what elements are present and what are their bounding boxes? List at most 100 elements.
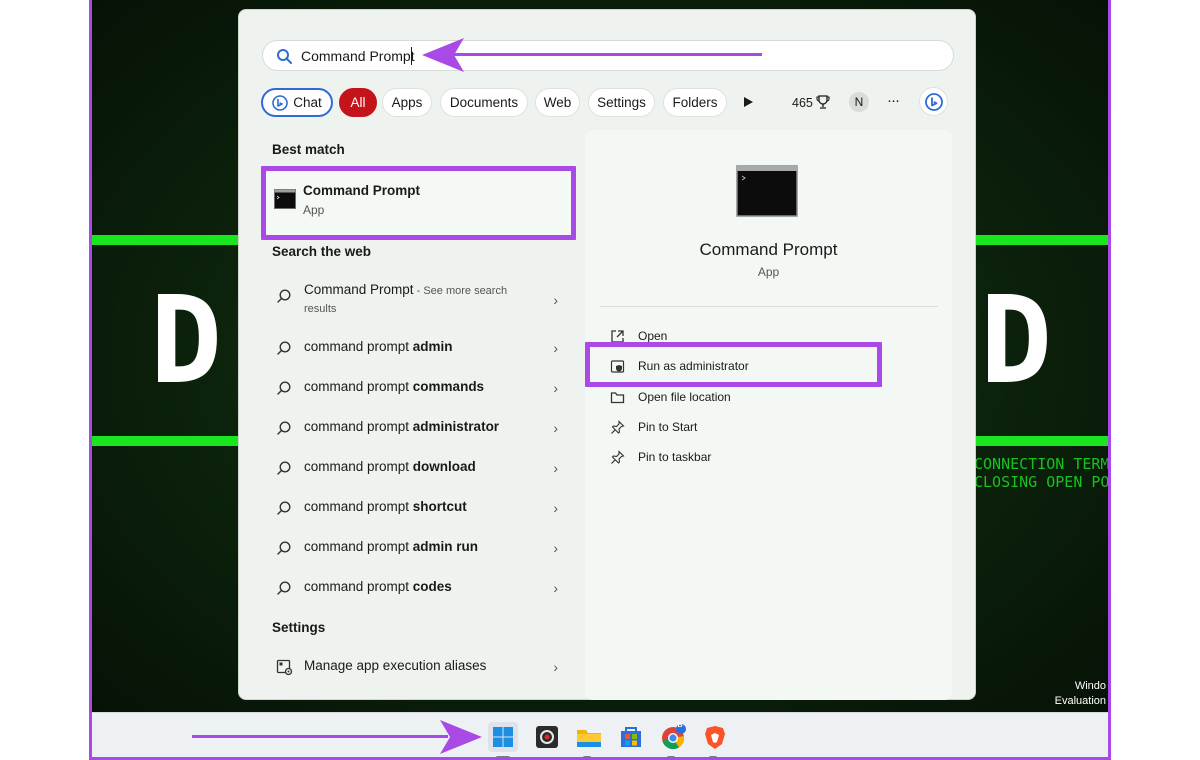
search-icon xyxy=(277,461,291,475)
pin-icon xyxy=(608,448,626,466)
web-result-text: command prompt download xyxy=(304,459,476,474)
filter-documents-label: Documents xyxy=(449,95,519,110)
brave-lion-icon xyxy=(705,726,725,749)
annotation-arrow-search xyxy=(452,53,762,56)
action-pin-to-taskbar[interactable]: Pin to taskbar xyxy=(608,445,711,469)
search-icon xyxy=(277,49,292,64)
chevron-right-icon: › xyxy=(553,659,558,675)
web-result-item[interactable]: command prompt commands › xyxy=(268,370,568,406)
web-result-see-more-text: Command Prompt - See more search xyxy=(304,282,507,297)
chevron-right-icon: › xyxy=(553,380,558,396)
folder-icon xyxy=(577,730,601,747)
wallpaper-terminal-line2: CLOSING OPEN POR xyxy=(974,473,1111,491)
search-icon xyxy=(277,289,291,303)
web-result-prefix: command prompt xyxy=(304,339,413,354)
watermark-line1: Windo xyxy=(1074,680,1106,692)
settings-heading: Settings xyxy=(272,620,326,635)
web-result-item[interactable]: command prompt download › xyxy=(268,450,568,486)
highlight-run-as-administrator xyxy=(585,342,882,387)
web-result-item[interactable]: command prompt codes › xyxy=(268,570,568,606)
filter-all-label: All xyxy=(350,95,366,110)
action-pin-to-taskbar-label: Pin to taskbar xyxy=(638,450,712,464)
chevron-right-icon: › xyxy=(553,460,558,476)
action-open-file-location[interactable]: Open file location xyxy=(608,385,731,409)
highlight-best-match xyxy=(261,166,576,240)
web-result-bold: admin xyxy=(412,339,453,354)
user-avatar[interactable]: N xyxy=(849,92,869,112)
action-open-file-location-label: Open file location xyxy=(638,390,731,404)
web-result-prefix: command prompt xyxy=(304,579,413,594)
store-icon xyxy=(621,727,641,747)
windows-logo-icon xyxy=(493,727,513,747)
web-result-text: command prompt shortcut xyxy=(304,499,467,514)
web-result-item[interactable]: command prompt admin run › xyxy=(268,530,568,566)
detail-title: Command Prompt xyxy=(699,240,838,259)
filter-web[interactable]: Web xyxy=(535,88,580,117)
search-icon xyxy=(277,541,291,555)
search-icon xyxy=(277,341,291,355)
web-result-bold: codes xyxy=(412,579,452,594)
bing-chat-icon xyxy=(272,94,289,111)
bing-icon xyxy=(924,92,943,111)
chevron-right-icon: › xyxy=(553,580,558,596)
taskbar-app-file-explorer[interactable] xyxy=(574,722,604,752)
web-result-item[interactable]: command prompt admin › xyxy=(268,330,568,366)
more-options-button[interactable]: ··· xyxy=(887,92,900,109)
taskbar-app-chrome[interactable]: B xyxy=(658,722,688,752)
settings-result-text: Manage app execution aliases xyxy=(304,658,487,673)
chevron-right-icon: › xyxy=(553,292,558,308)
web-result-see-more-main: Command Prompt xyxy=(304,282,414,297)
web-result-text: command prompt codes xyxy=(304,579,452,594)
web-result-prefix: command prompt xyxy=(304,499,413,514)
start-button[interactable] xyxy=(488,722,518,752)
search-input[interactable] xyxy=(301,46,901,66)
rewards-points[interactable]: 465 xyxy=(792,96,813,110)
detail-subtitle: App xyxy=(757,265,780,279)
filter-all[interactable]: All xyxy=(339,88,377,117)
web-result-item[interactable]: command prompt administrator › xyxy=(268,410,568,446)
folder-icon xyxy=(608,388,626,406)
web-result-see-more[interactable]: Command Prompt - See more search results… xyxy=(268,278,568,324)
app-settings-icon xyxy=(276,659,293,676)
web-result-bold: admin run xyxy=(412,539,479,554)
brave-running-indicator xyxy=(709,756,717,757)
rewards-trophy-icon xyxy=(816,95,830,109)
search-icon xyxy=(277,381,291,395)
command-prompt-large-icon xyxy=(736,165,798,217)
web-result-item[interactable]: command prompt shortcut › xyxy=(268,490,568,526)
web-result-text: command prompt administrator xyxy=(304,419,499,434)
wallpaper-letter-left: D xyxy=(150,272,223,411)
filter-apps[interactable]: Apps xyxy=(382,88,432,117)
filter-folders[interactable]: Folders xyxy=(663,88,727,117)
action-pin-to-start-label: Pin to Start xyxy=(638,420,698,434)
taskbar-app-obs[interactable] xyxy=(532,722,562,752)
watermark-line2: Evaluation xyxy=(1054,695,1106,707)
chevron-right-icon: › xyxy=(553,420,558,436)
web-result-prefix: command prompt xyxy=(304,379,413,394)
filter-settings-label: Settings xyxy=(597,95,646,110)
chrome-running-indicator xyxy=(667,756,675,757)
taskbar-app-store[interactable] xyxy=(616,722,646,752)
filter-chat[interactable]: Chat xyxy=(261,88,333,117)
wallpaper-letter-right: D xyxy=(980,272,1053,411)
filter-apps-label: Apps xyxy=(391,95,423,110)
taskbar-app-brave[interactable] xyxy=(700,722,730,752)
settings-result-item[interactable]: Manage app execution aliases › xyxy=(268,649,568,685)
arrow-head-right-icon xyxy=(440,720,482,754)
web-result-bold: administrator xyxy=(412,419,500,434)
bing-button[interactable] xyxy=(919,87,948,116)
arrow-head-left-icon xyxy=(422,38,464,72)
filter-documents[interactable]: Documents xyxy=(440,88,528,117)
more-filters-play-icon[interactable] xyxy=(741,95,755,109)
action-pin-to-start[interactable]: Pin to Start xyxy=(608,415,697,439)
web-result-prefix: command prompt xyxy=(304,539,413,554)
web-result-bold: commands xyxy=(412,379,485,394)
search-icon xyxy=(277,501,291,515)
web-result-text: command prompt commands xyxy=(304,379,484,394)
best-match-heading: Best match xyxy=(272,142,345,157)
start-running-indicator xyxy=(496,756,510,757)
web-result-see-more-suffix2: results xyxy=(304,303,337,315)
filter-settings[interactable]: Settings xyxy=(588,88,655,117)
pin-icon xyxy=(608,418,626,436)
web-result-bold: shortcut xyxy=(412,499,467,514)
